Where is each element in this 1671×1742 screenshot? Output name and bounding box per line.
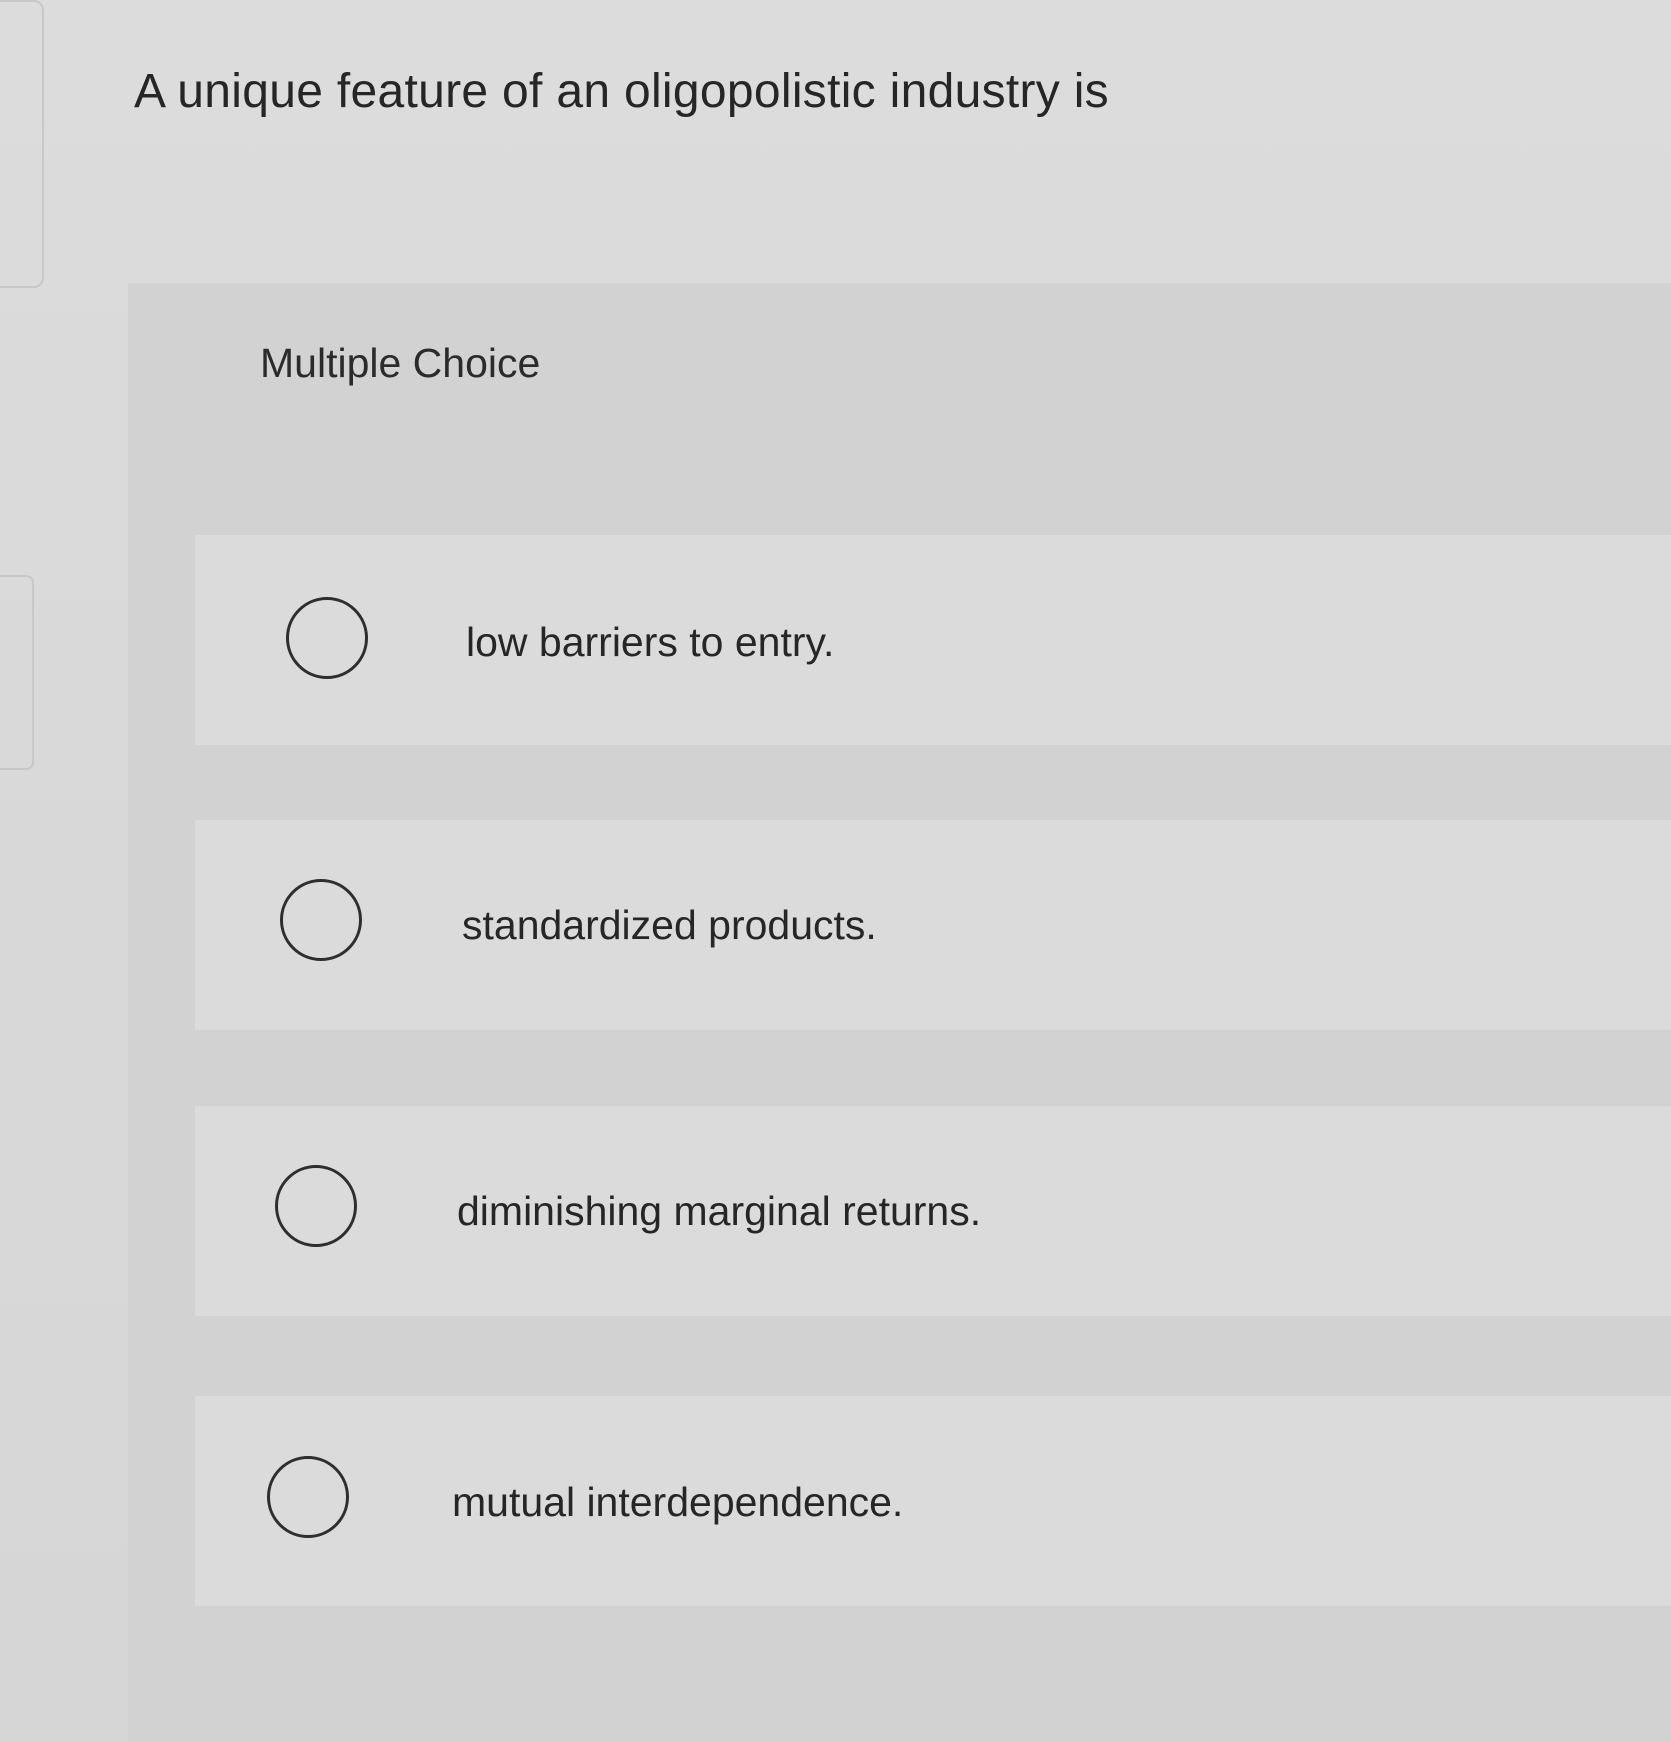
answer-option-label: standardized products. [462,902,877,948]
question-text: A unique feature of an oligopolistic ind… [134,65,1109,118]
answer-option-label: diminishing marginal returns. [457,1188,982,1234]
radio-button-icon[interactable] [280,879,362,961]
answer-option-label: mutual interdependence. [452,1479,904,1525]
answer-option-2[interactable]: standardized products. [195,820,1671,1030]
radio-button-icon[interactable] [275,1165,357,1247]
side-tab-middle [0,575,34,770]
multiple-choice-label: Multiple Choice [260,340,541,386]
radio-button-icon[interactable] [267,1456,349,1538]
answer-option-3[interactable]: diminishing marginal returns. [195,1106,1671,1316]
answer-option-label: low barriers to entry. [466,619,835,665]
answer-option-1[interactable]: low barriers to entry. [195,535,1671,745]
side-tab-top [0,0,44,288]
answer-option-4[interactable]: mutual interdependence. [195,1396,1671,1606]
radio-button-icon[interactable] [286,597,368,679]
